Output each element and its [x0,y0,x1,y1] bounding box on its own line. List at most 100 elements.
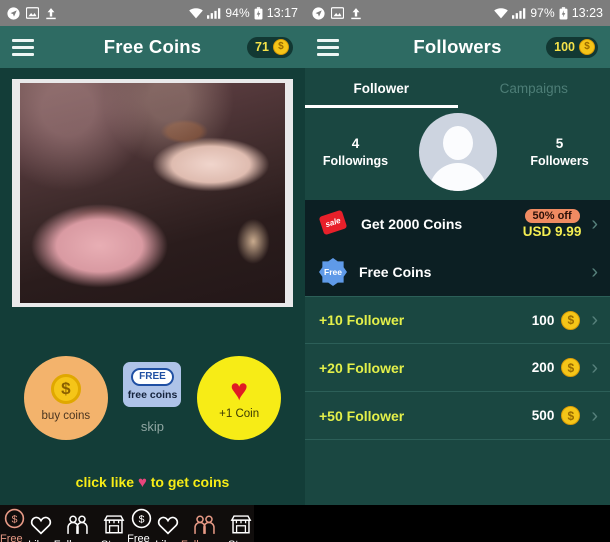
profile-stats-row: 4 Followings 5 Followers [305,108,610,196]
free-starburst-label: Free [324,267,342,277]
post-photo-frame [12,79,293,307]
offer-title: Get 2000 Coins [361,216,463,232]
sale-tag-icon: sale [318,209,349,237]
like-button[interactable]: ♥ +1 Coin [197,355,282,440]
bottom-tab-followers[interactable]: Followers [54,513,101,542]
coin-icon: $ [579,39,595,55]
clock-label: 13:23 [571,6,603,20]
svg-text:$: $ [11,514,17,526]
status-icons-left [7,6,57,20]
app-bar-right: Followers 100 $ [305,26,610,68]
status-bar-left: 94% 13:17 [0,0,305,26]
hamburger-icon[interactable] [12,38,34,56]
battery-percent-label: 97% [530,6,555,20]
heart-icon: ♥ [230,373,249,407]
bottom-nav-left: $ Free Coins Likes Followers S [0,505,128,542]
battery-icon [559,6,568,20]
like-action: ♥ +1 Coin [197,355,282,440]
stat-followers[interactable]: 5 Followers [522,136,598,168]
status-indicators-left: 94% 13:17 [189,6,298,20]
followings-count: 4 [351,136,360,151]
bottom-tab-likes[interactable]: Likes [155,513,181,542]
bottom-nav-row: $ Free Coins Likes Followers S [0,505,610,542]
package-cost: 500 [531,408,555,423]
skip-button[interactable]: skip [141,419,164,434]
buy-coins-label: buy coins [41,409,91,422]
phone-screenshot: 94% 13:17 97% 13:23 Free Coins 71 $ $ bu… [0,0,610,542]
list-item[interactable]: +10 Follower 100 $ › [305,296,610,344]
chevron-right-icon: › [591,356,598,379]
clock-label: 13:17 [266,6,298,20]
bottom-tab-store[interactable]: Store [228,513,254,542]
buy-coins-action: $ buy coins [23,355,108,440]
signal-icon [207,7,221,19]
tab-campaigns[interactable]: Campaigns [458,68,610,108]
coin-icon: $ [4,507,25,529]
package-right-group: 200 $ › [532,358,602,378]
coin-icon: $ [272,39,289,55]
package-cost: 100 [531,312,555,328]
battery-icon [254,6,263,20]
people-icon [192,513,217,535]
hint-heart-icon: ♥ [137,474,147,491]
coin-balance-label: 100 [554,40,575,54]
hint-post-label: to get coins [150,474,230,490]
followers-count: 5 [555,136,564,151]
app-bar-left: Free Coins 71 $ [0,26,305,68]
list-item[interactable]: +50 Follower 500 $ › [305,392,610,440]
location-icon [7,6,20,20]
image-icon [26,7,39,19]
status-indicators-right: 97% 13:23 [494,6,603,20]
chevron-right-icon: › [591,309,598,331]
bottom-tab-followers[interactable]: Followers [181,513,228,542]
people-icon [65,513,90,535]
wifi-icon [189,7,204,19]
package-title: +10 Follower [319,312,405,328]
coin-icon: $ [561,310,581,330]
coin-icon: $ [561,406,581,425]
bottom-tab-free-coins[interactable]: $ Free Coins [0,507,28,542]
dual-screenshot-panes: Free Coins 71 $ $ buy coins FREE free co… [0,26,610,505]
package-title: +50 Follower [319,407,405,424]
free-coins-card[interactable]: FREE free coins [123,361,182,407]
tab-bar: Follower Campaigns [305,68,610,108]
free-badge-label: FREE [131,367,174,386]
heart-outline-icon [157,513,179,535]
offer-get-2000-coins[interactable]: sale Get 2000 Coins 50% off USD 9.99 › [305,200,610,248]
follower-package-list: +10 Follower 100 $ › +20 Follower 200 $ … [305,296,610,505]
package-right-group: 500 $ › [532,406,602,426]
bottom-tab-likes[interactable]: Likes [28,513,54,542]
offer-price-group: 50% off USD 9.99 [522,209,582,239]
tab-follower[interactable]: Follower [305,68,458,108]
chevron-right-icon: › [591,261,598,283]
bottom-tab-free-coins[interactable]: $ Free Coins [127,507,155,542]
upload-icon [45,7,57,20]
coin-balance-badge[interactable]: 100 $ [546,36,598,58]
offer-price-label: USD 9.99 [522,224,582,239]
image-icon [331,7,344,19]
status-bar-right: 97% 13:23 [305,0,610,26]
sale-tag-label: sale [318,209,348,236]
buy-coins-button[interactable]: $ buy coins [23,355,108,440]
avatar-body [428,163,487,191]
coin-icon: $ [561,358,581,377]
stat-followings[interactable]: 4 Followings [318,136,394,168]
list-item[interactable]: +20 Follower 200 $ › [305,344,610,392]
hint-pre-label: click like [75,474,135,490]
offer-right-group: 50% off USD 9.99 › [523,209,602,239]
skip-action: FREE free coins skip [123,361,182,434]
wifi-icon [494,7,509,19]
chocolate-cake-photo [20,83,285,303]
hamburger-icon[interactable] [317,38,339,56]
store-icon [103,513,125,535]
svg-text:$: $ [138,514,144,526]
like-reward-label: +1 Coin [219,407,260,420]
store-icon [230,513,252,535]
coin-balance-badge[interactable]: 71 $ [247,36,293,58]
offer-free-coins[interactable]: Free Free Coins › [305,248,610,296]
avatar[interactable] [418,113,497,191]
free-coins-label: free coins [127,388,178,401]
bottom-tab-label: Free Coins [0,533,23,542]
bottom-tab-store[interactable]: Store [101,513,127,542]
coin-balance-label: 71 [255,40,269,54]
